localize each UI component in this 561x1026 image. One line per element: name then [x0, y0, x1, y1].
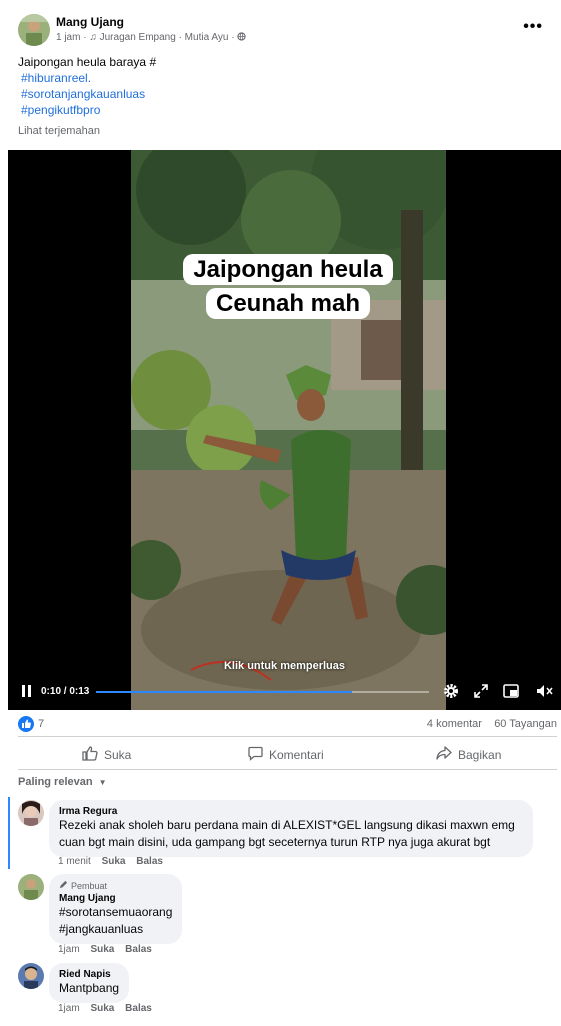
creator-label: Pembuat: [71, 880, 108, 891]
post-meta: 1 jam · ♫ Juragan Empang · Mutia Ayu ·: [56, 32, 246, 43]
divider: [18, 736, 557, 737]
expand-hint[interactable]: Klik untuk memperluas: [8, 660, 561, 672]
commenter-avatar[interactable]: [18, 874, 44, 900]
commenter-name[interactable]: Mang Ujang: [59, 893, 172, 904]
comment-reply-button[interactable]: Balas: [125, 944, 152, 955]
comment-sort-dropdown[interactable]: Paling relevan ▼: [18, 776, 107, 788]
share-label: Bagikan: [458, 747, 502, 762]
hashtag-link[interactable]: #sorotanjangkauanluas: [18, 86, 156, 102]
muted-volume-icon[interactable]: [536, 684, 554, 703]
video-progress-bar[interactable]: [96, 691, 429, 693]
comment-button[interactable]: Komentari: [248, 746, 324, 764]
overlay-line: Jaipongan heula: [183, 254, 393, 285]
comment-text: Mantpbang: [59, 981, 120, 995]
share-arrow-icon: [436, 746, 452, 763]
comment-hashtag[interactable]: #sorotansemuaorang: [59, 904, 172, 921]
share-button[interactable]: Bagikan: [436, 746, 501, 763]
overlay-line: Ceunah mah: [205, 288, 371, 319]
thumbs-up-icon: [82, 746, 98, 764]
post-caption: Jaipongan heula baraya # #hiburanreel. #…: [18, 54, 156, 118]
pause-icon[interactable]: [21, 684, 33, 703]
stats-right: 4 komentar 60 Tayangan: [427, 718, 557, 730]
comment-like-button[interactable]: Suka: [90, 944, 114, 955]
post-time[interactable]: 1 jam: [56, 32, 80, 43]
music-label[interactable]: Juragan Empang · Mutia Ayu: [100, 32, 229, 43]
video-player[interactable]: Jaipongan heula Ceunah mah Klik untuk me…: [8, 150, 561, 710]
comment-highlight-bar: [8, 797, 10, 869]
comment-count[interactable]: 4 komentar: [427, 718, 482, 730]
author-name[interactable]: Mang Ujang: [56, 15, 124, 29]
picture-in-picture-icon[interactable]: [503, 684, 519, 703]
video-overlay-text: Jaipongan heula Ceunah mah: [169, 253, 407, 321]
like-button[interactable]: Suka: [82, 746, 131, 764]
comment-like-button[interactable]: Suka: [90, 1003, 114, 1014]
post-stats: 7 4 komentar 60 Tayangan: [18, 716, 557, 732]
comment-time[interactable]: 1jam: [58, 1003, 80, 1014]
comment-time[interactable]: 1 menit: [58, 856, 91, 867]
comment-hashtag[interactable]: #jangkauanluas: [59, 921, 172, 938]
hashtag-link[interactable]: #pengikutfbpro: [18, 102, 156, 118]
like-label: Suka: [104, 748, 132, 762]
comment-text: Rezeki anak sholeh baru perdana main di …: [59, 818, 515, 849]
more-options-icon[interactable]: •••: [523, 18, 543, 36]
comment-time[interactable]: 1jam: [58, 944, 80, 955]
comment-bubble: Ried Napis Mantpbang: [49, 963, 130, 1003]
caption-text: Jaipongan heula baraya #: [18, 55, 157, 69]
comment-actions: 1 menit Suka Balas: [58, 856, 163, 867]
creator-badge: Pembuat: [59, 880, 172, 891]
reaction-count[interactable]: 7: [38, 718, 44, 730]
video-time: 0:10 / 0:13: [41, 686, 90, 697]
video-progress-fill: [96, 691, 353, 693]
commenter-avatar[interactable]: [18, 963, 44, 989]
music-note-icon: ♫: [89, 32, 97, 43]
video-frame[interactable]: [121, 150, 466, 710]
settings-gear-icon[interactable]: [443, 683, 459, 704]
video-controls: 0:10 / 0:13: [8, 678, 561, 706]
comment-bubble: Irma Regura Rezeki anak sholeh baru perd…: [49, 800, 533, 857]
commenter-avatar[interactable]: [18, 800, 44, 826]
see-translation-link[interactable]: Lihat terjemahan: [18, 125, 100, 137]
post-actions: Suka Komentari Bagikan: [18, 740, 557, 768]
commenter-name[interactable]: Ried Napis: [59, 969, 119, 980]
comment-reply-button[interactable]: Balas: [136, 856, 163, 867]
comment-actions: 1jam Suka Balas: [58, 1003, 152, 1014]
globe-icon: [237, 32, 246, 43]
caret-down-icon: ▼: [98, 778, 107, 787]
pencil-icon: [59, 880, 68, 891]
author-avatar[interactable]: [18, 14, 50, 46]
divider: [18, 769, 557, 770]
post-header: Mang Ujang 1 jam · ♫ Juragan Empang · Mu…: [18, 14, 551, 48]
comment-actions: 1jam Suka Balas: [58, 944, 152, 955]
comment-like-button[interactable]: Suka: [102, 856, 126, 867]
comment-bubble: Pembuat Mang Ujang #sorotansemuaorang #j…: [49, 874, 183, 944]
sort-label: Paling relevan: [18, 776, 93, 788]
comment-reply-button[interactable]: Balas: [125, 1003, 152, 1014]
like-reaction-icon[interactable]: [18, 716, 34, 732]
speech-bubble-icon: [248, 746, 263, 764]
fullscreen-icon[interactable]: [474, 684, 488, 703]
separator: [485, 718, 491, 730]
view-count: 60 Tayangan: [494, 718, 557, 730]
commenter-name[interactable]: Irma Regura: [59, 806, 523, 817]
comment-label: Komentari: [269, 748, 324, 762]
hashtag-link[interactable]: #hiburanreel.: [18, 70, 156, 86]
